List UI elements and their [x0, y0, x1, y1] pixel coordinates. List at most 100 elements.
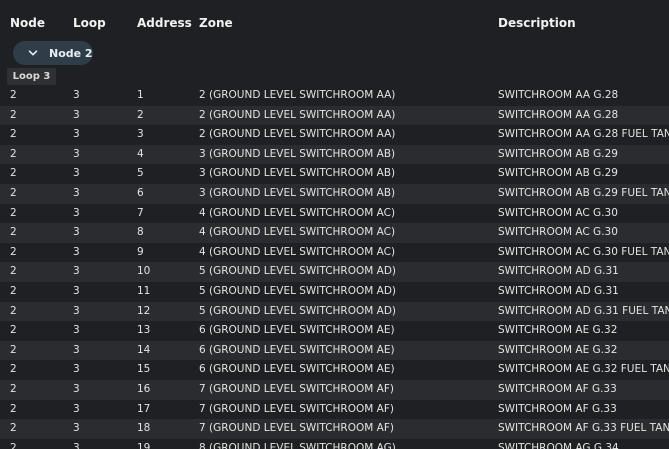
cell-address: 15	[137, 363, 151, 376]
cell-address: 10	[137, 265, 151, 278]
cell-zone: 5 (GROUND LEVEL SWITCHROOM AD)	[199, 304, 397, 317]
column-header-address[interactable]: Address	[137, 16, 192, 30]
cell-description: SWITCHROOM AA G.28	[498, 89, 619, 101]
cell-zone: 3 (GROUND LEVEL SWITCHROOM AB)	[199, 186, 396, 199]
cell-description: SWITCHROOM AF G.33	[498, 382, 617, 395]
table-row[interactable]: 2 3 13 6 (GROUND LEVEL SWITCHROOM AE) SWITCH…	[0, 321, 669, 341]
table-row[interactable]: 2 3 2 2 (GROUND LEVEL SWITCHROOM AA) SWITCHR…	[0, 105, 669, 126]
cell-description: SWITCHROOM AF G.33	[498, 402, 617, 415]
cell-node: 2	[10, 186, 17, 199]
cell-description: SWITCHROOM AF G.33 FUEL TANK RO	[498, 422, 669, 435]
cell-description: SWITCHROOM AB G.29 FUEL TANK RO	[498, 186, 669, 199]
table-row[interactable]: 2 3 7 4 (GROUND LEVEL SWITCHROOM AC) SWITCHR…	[0, 204, 669, 224]
cell-node: 2	[10, 284, 17, 297]
cell-node: 2	[10, 441, 17, 449]
cell-node: 2	[10, 226, 17, 239]
cell-loop: 3	[73, 382, 80, 395]
cell-loop: 3	[73, 147, 80, 160]
cell-description: SWITCHROOM AA G.28 FUEL TANK RO	[498, 128, 669, 141]
cell-loop: 3	[73, 324, 80, 337]
table-row[interactable]: 2 3 5 3 (GROUND LEVEL SWITCHROOM AB) SWITCHR…	[0, 164, 669, 184]
cell-loop: 3	[73, 167, 80, 180]
table-row[interactable]: 2 3 18 7 (GROUND LEVEL SWITCHROOM AF) SWITCH…	[0, 419, 669, 439]
cell-loop: 3	[73, 304, 80, 317]
node-group-toggle[interactable]: Node 2	[13, 41, 93, 65]
cell-loop: 3	[73, 128, 80, 141]
cell-zone: 2 (GROUND LEVEL SWITCHROOM AA)	[199, 128, 396, 141]
cell-loop: 3	[73, 186, 80, 199]
cell-loop: 3	[73, 206, 80, 219]
cell-loop: 3	[73, 265, 80, 278]
cell-address: 11	[137, 284, 151, 297]
cell-loop: 3	[73, 422, 80, 435]
cell-address: 16	[137, 382, 151, 395]
cell-zone: 8 (GROUND LEVEL SWITCHROOM AG)	[199, 441, 396, 449]
cell-node: 2	[10, 108, 17, 121]
column-header-zone[interactable]: Zone	[199, 16, 233, 30]
table-row[interactable]: 2 3 11 5 (GROUND LEVEL SWITCHROOM AD) SWITCH…	[0, 282, 669, 302]
cell-address: 17	[137, 402, 151, 415]
column-header-loop[interactable]: Loop	[73, 16, 106, 30]
cell-zone: 4 (GROUND LEVEL SWITCHROOM AC)	[199, 226, 396, 239]
cell-loop: 3	[73, 441, 80, 449]
table-row[interactable]: 2 3 6 3 (GROUND LEVEL SWITCHROOM AB) SWITCHR…	[0, 183, 669, 204]
table-row[interactable]: 2 3 19 8 (GROUND LEVEL SWITCHROOM AG) SWITCH…	[0, 439, 669, 449]
cell-node: 2	[10, 245, 17, 258]
column-header-node[interactable]: Node	[10, 16, 45, 30]
cell-description: SWITCHROOM AD G.31	[498, 265, 619, 278]
cell-zone: 7 (GROUND LEVEL SWITCHROOM AF)	[199, 422, 394, 435]
cell-description: SWITCHROOM AC G.30	[498, 206, 618, 219]
cell-description: SWITCHROOM AE G.32	[498, 343, 618, 356]
cell-description: SWITCHROOM AB G.29	[498, 167, 618, 180]
table-row[interactable]: 2 3 10 5 (GROUND LEVEL SWITCHROOM AD) SWITCH…	[0, 262, 669, 282]
column-header-description[interactable]: Description	[498, 16, 576, 30]
cell-address: 18	[137, 422, 151, 435]
cell-zone: 2 (GROUND LEVEL SWITCHROOM AA)	[199, 89, 396, 101]
cell-loop: 3	[73, 284, 80, 297]
cell-address: 7	[137, 206, 144, 219]
cell-zone: 3 (GROUND LEVEL SWITCHROOM AB)	[199, 147, 396, 160]
cell-zone: 3 (GROUND LEVEL SWITCHROOM AB)	[199, 167, 396, 180]
cell-description: SWITCHROOM AD G.31 FUEL TANK RO	[498, 304, 669, 317]
table-header: Node Loop Address Zone Description	[0, 0, 669, 46]
cell-node: 2	[10, 167, 17, 180]
cell-node: 2	[10, 324, 17, 337]
cell-node: 2	[10, 147, 17, 160]
cell-address: 1	[137, 89, 144, 101]
cell-zone: 4 (GROUND LEVEL SWITCHROOM AC)	[199, 206, 396, 219]
device-table: Node Loop Address Zone Description Node …	[0, 0, 669, 449]
cell-address: 2	[137, 108, 144, 121]
cell-node: 2	[10, 304, 17, 317]
cell-address: 14	[137, 343, 151, 356]
cell-description: SWITCHROOM AG G.34	[498, 441, 619, 449]
cell-zone: 4 (GROUND LEVEL SWITCHROOM AC)	[199, 245, 396, 258]
cell-loop: 3	[73, 245, 80, 258]
loop-group-label: Loop 3	[7, 68, 56, 85]
cell-node: 2	[10, 422, 17, 435]
table-row[interactable]: 2 3 9 4 (GROUND LEVEL SWITCHROOM AC) SWITCHR…	[0, 243, 669, 263]
table-row[interactable]: 2 3 3 2 (GROUND LEVEL SWITCHROOM AA) SWITCHR…	[0, 125, 669, 145]
table-row[interactable]: 2 3 12 5 (GROUND LEVEL SWITCHROOM AD) SWITCH…	[0, 301, 669, 322]
cell-zone: 7 (GROUND LEVEL SWITCHROOM AF)	[199, 382, 394, 395]
cell-description: SWITCHROOM AD G.31	[498, 284, 619, 297]
table-row[interactable]: 2 3 1 2 (GROUND LEVEL SWITCHROOM AA) SWITCHR…	[0, 86, 669, 106]
cell-node: 2	[10, 402, 17, 415]
table-row[interactable]: 2 3 14 6 (GROUND LEVEL SWITCHROOM AE) SWITCH…	[0, 340, 669, 361]
cell-description: SWITCHROOM AE G.32	[498, 324, 618, 337]
table-row[interactable]: 2 3 16 7 (GROUND LEVEL SWITCHROOM AF) SWITCH…	[0, 379, 669, 400]
cell-description: SWITCHROOM AC G.30	[498, 226, 618, 239]
cell-description: SWITCHROOM AE G.32 FUEL TANK RO	[498, 363, 669, 376]
table-body: 2 3 1 2 (GROUND LEVEL SWITCHROOM AA) SWITCHR…	[0, 86, 669, 449]
cell-zone: 5 (GROUND LEVEL SWITCHROOM AD)	[199, 265, 397, 278]
cell-address: 3	[137, 128, 144, 141]
cell-node: 2	[10, 265, 17, 278]
chevron-down-icon	[28, 50, 38, 56]
table-row[interactable]: 2 3 4 3 (GROUND LEVEL SWITCHROOM AB) SWITCHR…	[0, 144, 669, 165]
cell-address: 9	[137, 245, 144, 258]
table-row[interactable]: 2 3 17 7 (GROUND LEVEL SWITCHROOM AF) SWITCH…	[0, 400, 669, 420]
table-row[interactable]: 2 3 15 6 (GROUND LEVEL SWITCHROOM AE) SWITCH…	[0, 360, 669, 380]
cell-address: 12	[137, 304, 151, 317]
cell-address: 13	[137, 324, 151, 337]
cell-node: 2	[10, 89, 17, 101]
table-row[interactable]: 2 3 8 4 (GROUND LEVEL SWITCHROOM AC) SWITCHR…	[0, 223, 669, 243]
